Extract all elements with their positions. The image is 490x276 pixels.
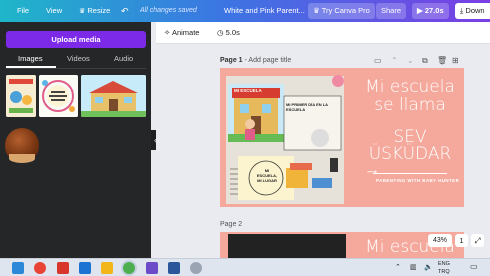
zoom-level[interactable]: 43% — [428, 234, 452, 247]
clock-icon: ◷ — [217, 28, 224, 37]
acrobat-icon[interactable] — [57, 262, 69, 274]
upload-thumbnail[interactable] — [81, 75, 146, 117]
book-cover-image — [6, 75, 36, 117]
school-building-image — [81, 75, 146, 117]
file-explorer-icon[interactable] — [101, 262, 113, 274]
editor-toolbar: ✧ Animate ◷ 5.0s — [156, 22, 490, 44]
upload-thumbnail[interactable] — [39, 75, 78, 117]
mi-escuela-card-image — [39, 75, 78, 117]
document-title[interactable]: White and Pink Parent... — [224, 0, 305, 22]
top-toolbar: File View ♛ Resize ↶ All changes saved W… — [0, 0, 490, 22]
school-sign-text: MI ESCUELA — [234, 88, 262, 93]
network-icon[interactable]: ▥ — [410, 264, 417, 272]
teams-icon[interactable] — [146, 262, 158, 274]
region-code: TRQ — [438, 269, 450, 275]
undo-icon[interactable]: ↶ — [121, 0, 129, 22]
slide-page-1[interactable]: MI ESCUELA MI PRIMER DÍA EN LA ESCUELA M… — [220, 68, 464, 207]
volume-icon[interactable]: 🔈 — [424, 264, 433, 272]
app-icon[interactable] — [190, 262, 202, 274]
animate-icon: ✧ — [164, 28, 171, 37]
file-menu[interactable]: File — [17, 0, 29, 22]
chrome-icon[interactable] — [34, 262, 46, 274]
notifications-icon[interactable]: ▭ — [470, 263, 478, 271]
language-code: ENG — [438, 261, 450, 267]
chestnut-base-shape — [9, 154, 35, 163]
resize-button[interactable]: ♛ Resize — [79, 0, 110, 22]
download-label: Down — [465, 6, 485, 15]
download-icon: ⤓ — [460, 6, 464, 15]
page-1-label[interactable]: Page 1 - Add page title — [220, 57, 291, 64]
duration-label: 5.0s — [225, 28, 240, 37]
page-1-number: Page 1 — [220, 57, 243, 64]
subtitle-text: PARENTING WITH BABY HUNTER — [376, 178, 460, 183]
tab-videos[interactable]: Videos — [67, 54, 90, 63]
animate-label: Animate — [171, 28, 200, 37]
tab-images[interactable]: Images — [18, 54, 43, 63]
page-1-title-placeholder: - Add page title — [244, 57, 292, 64]
page-count-button[interactable]: 1 — [455, 234, 468, 247]
save-status: All changes saved — [140, 7, 197, 14]
chrome-active-icon[interactable] — [123, 262, 135, 274]
present-timer-button[interactable]: ▶ 27.0s — [412, 3, 449, 19]
language-indicator[interactable]: ENG TRQ — [438, 260, 450, 276]
fullscreen-icon[interactable]: ⤢ — [471, 234, 484, 247]
duration-button[interactable]: ◷ 5.0s — [217, 22, 240, 44]
delete-page-icon[interactable]: 🗑 — [437, 56, 447, 65]
animate-button[interactable]: ✧ Animate — [164, 22, 199, 44]
primer-dia-text: MI PRIMER DÍA EN LA ESCUELA — [286, 102, 328, 112]
upload-media-button[interactable]: Upload media — [6, 31, 146, 48]
resize-label: Resize — [87, 6, 111, 15]
share-button[interactable]: Share — [376, 3, 407, 19]
windows-taskbar: ⌃ ▥ 🔈 ENG TRQ ▭ — [0, 258, 490, 276]
add-page-icon[interactable]: ⊞ — [452, 56, 459, 65]
crown-icon: ♛ — [313, 6, 320, 15]
page-note-icon[interactable]: ▭ — [374, 56, 382, 65]
play-icon: ▶ — [417, 6, 423, 15]
try-canva-pro-button[interactable]: ♛ Try Canva Pro — [308, 3, 375, 19]
word-icon[interactable] — [168, 262, 180, 274]
school-name-line-2: ÜSKÜDAR — [368, 144, 452, 164]
duplicate-page-icon[interactable]: ⧉ — [422, 56, 428, 66]
upload-thumbnail[interactable] — [6, 75, 36, 117]
tab-divider — [6, 68, 146, 69]
download-button[interactable]: ⤓ Down — [455, 3, 490, 19]
view-menu[interactable]: View — [46, 0, 62, 22]
tab-audio[interactable]: Audio — [114, 54, 133, 63]
outlook-icon[interactable] — [79, 262, 91, 274]
tray-chevron-icon[interactable]: ⌃ — [395, 264, 401, 272]
windows-start-icon[interactable] — [12, 262, 24, 274]
divider-line — [373, 173, 447, 174]
mi-lugar-text: MI ESCUELA, MI LUGAR — [256, 168, 278, 183]
swoosh-icon: ⟿ — [367, 169, 378, 176]
page-2-label[interactable]: Page 2 — [220, 221, 242, 228]
heading-line-2: se llama — [374, 95, 446, 115]
move-up-icon[interactable]: ⌃ — [391, 56, 398, 65]
try-pro-label: Try Canva Pro — [321, 6, 370, 15]
move-down-icon[interactable]: ⌄ — [407, 56, 414, 65]
crown-icon: ♛ — [79, 8, 86, 15]
timer-label: 27.0s — [424, 6, 444, 15]
